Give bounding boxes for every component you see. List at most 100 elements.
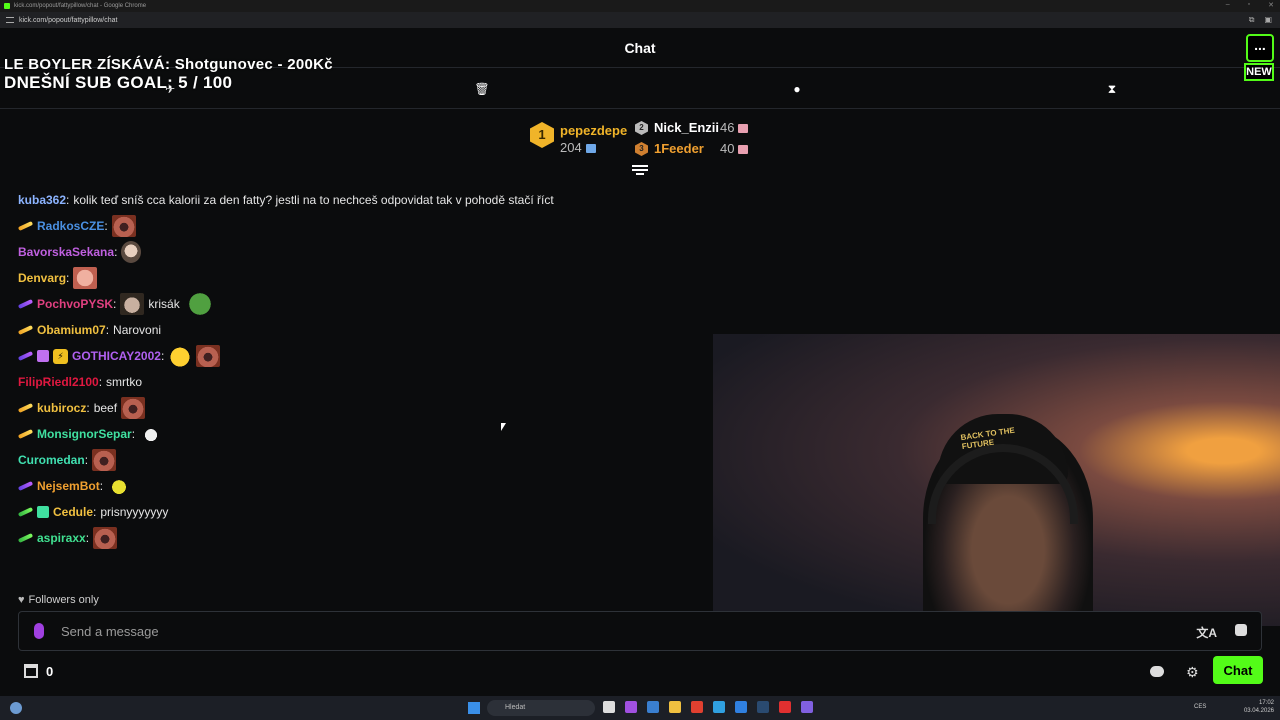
window-title: kick.com/popout/fattypillow/chat - Googl… — [14, 3, 147, 9]
chat-username[interactable]: Denvarg — [18, 271, 66, 285]
copy-icon[interactable]: ▣ — [1264, 15, 1272, 25]
chat-username[interactable]: PochvoPYSK — [37, 297, 113, 311]
chat-message: aspiraxx: — [18, 527, 118, 549]
chat-bubble-icon[interactable]: ● — [789, 81, 805, 97]
maximize-icon[interactable]: ▫ — [1248, 1, 1250, 9]
pepe-emote-icon — [183, 293, 216, 315]
stream-overlay-sub-goal: DNEŠNÍ SUB GOAL: 5 / 100 — [4, 73, 233, 92]
chat-username[interactable]: kuba362 — [18, 193, 66, 207]
minimize-icon[interactable]: – — [1226, 1, 1230, 9]
sub-badge-icon — [18, 481, 33, 491]
kick-favicon-icon — [4, 3, 10, 9]
chat-text: prisnyyyyyyy — [100, 505, 169, 519]
gear-icon[interactable]: ⚙ — [1186, 664, 1199, 681]
discord-icon[interactable] — [801, 701, 813, 713]
weather-icon[interactable] — [10, 702, 22, 714]
chat-username[interactable]: NejsemBot — [37, 479, 100, 493]
gift-badge-icon — [37, 506, 49, 518]
trash-icon[interactable]: 🗑 — [474, 81, 490, 97]
windows-start-icon[interactable] — [468, 702, 480, 714]
rank-2-badge: 2 — [635, 121, 648, 135]
steam-icon[interactable] — [757, 701, 769, 713]
chat-username[interactable]: FilipRiedl2100 — [18, 375, 99, 389]
duck-emote-icon — [168, 345, 193, 367]
chat-username[interactable]: BavorskaSekana — [18, 245, 114, 259]
emote-icon — [196, 345, 221, 367]
rank-3-badge: 3 — [635, 142, 648, 156]
shop-count: 0 — [46, 664, 54, 679]
chat-message: Obamium07: Narovoni — [18, 319, 161, 341]
followers-only-notice: ♥ Followers only — [18, 594, 99, 606]
leader-2-name[interactable]: Nick_Enzii — [654, 120, 719, 135]
edge-icon[interactable] — [713, 701, 725, 713]
shop-icon[interactable] — [24, 664, 38, 678]
chat-message: kuba362: kolik teď sníš cca kalorii za d… — [18, 193, 554, 207]
heart-icon: ♥ — [18, 594, 25, 606]
emoji-picker-icon[interactable] — [1235, 624, 1247, 636]
chat-username[interactable]: Cedule — [53, 505, 93, 519]
gift-icon — [738, 145, 749, 155]
leader-3-name[interactable]: 1Feeder — [654, 141, 704, 156]
app-icon[interactable] — [647, 701, 659, 713]
system-clock[interactable]: 17:02 03.04.2026 — [1244, 699, 1274, 715]
chat-username[interactable]: Obamium07 — [37, 323, 106, 337]
app-icon[interactable] — [735, 701, 747, 713]
chat-message: PochvoPYSK: krisák — [18, 293, 216, 315]
chat-username[interactable]: MonsignorSepar — [37, 427, 132, 441]
file-explorer-icon[interactable] — [669, 701, 681, 713]
close-icon[interactable]: ✕ — [1268, 1, 1274, 9]
chat-username[interactable]: kubirocz — [37, 401, 86, 415]
app-icon[interactable] — [625, 701, 637, 713]
emote-icon — [73, 267, 98, 289]
message-input-box[interactable]: 文A — [18, 611, 1262, 651]
sub-badge-icon — [18, 299, 33, 309]
leader-3-count: 40 — [720, 141, 749, 156]
chat-username[interactable]: Curomedan — [18, 453, 85, 467]
chat-text: smrtko — [106, 375, 143, 389]
chat-message: Cedule: prisnyyyyyyy — [18, 501, 168, 523]
emote-icon — [121, 397, 146, 419]
chat-username[interactable]: RadkosCZE — [37, 219, 104, 233]
microphone-icon[interactable] — [34, 623, 44, 639]
emote-icon — [107, 475, 132, 497]
chat-text: beef — [93, 401, 118, 415]
sub-badge-icon — [18, 351, 33, 361]
chat-message: Curomedan: — [18, 449, 117, 471]
mouse-cursor-icon — [501, 423, 506, 431]
stream-video-preview[interactable]: BACK TO THE FUTURE — [713, 334, 1280, 626]
chat-username[interactable]: GOTHICAY2002 — [72, 349, 161, 363]
leader-1-name[interactable]: pepezdepe — [560, 123, 627, 138]
chat-bubbles-icon[interactable] — [1150, 666, 1164, 677]
translate-icon[interactable]: ⧉ — [1249, 15, 1255, 25]
chrome-icon[interactable] — [691, 701, 703, 713]
site-settings-icon[interactable] — [6, 17, 14, 23]
collapse-leaderboard-icon[interactable] — [632, 165, 648, 175]
chat-message: kubirocz: beef — [18, 397, 146, 419]
chat-message: MonsignorSepar: — [18, 423, 164, 445]
leader-3-count-value: 40 — [720, 141, 735, 156]
chat-app: Chat ... NEW ✈ 🗑 ● ⧗ LE BOYLER ZÍSKÁVÁ: … — [0, 28, 1280, 696]
clock-time: 17:02 — [1258, 700, 1274, 706]
page-title: Chat — [624, 40, 656, 56]
taskbar-search[interactable]: Hledat — [487, 700, 595, 716]
translate-icon[interactable]: 文A — [1196, 624, 1217, 641]
hourglass-icon[interactable]: ⧗ — [1104, 81, 1120, 97]
followers-only-label: Followers only — [28, 594, 99, 606]
message-input[interactable] — [61, 620, 1161, 642]
chat-message: BavorskaSekana: — [18, 241, 142, 263]
emote-icon — [120, 293, 145, 315]
more-options-button[interactable]: ... — [1246, 34, 1274, 62]
address-bar[interactable]: kick.com/popout/fattypillow/chat ⧉ ▣ — [0, 12, 1280, 28]
send-chat-button[interactable]: Chat — [1213, 656, 1263, 684]
chat-message: NejsemBot: — [18, 475, 132, 497]
leader-1-count: 204 — [560, 140, 596, 155]
chat-message: Denvarg: — [18, 267, 98, 289]
chat-footer: 0 ⚙ Chat — [0, 654, 1280, 694]
app-icon[interactable] — [779, 701, 791, 713]
language-indicator[interactable]: CES — [1194, 704, 1206, 710]
gift-leaderboard: 1 pepezdepe 204 2 Nick_Enzii 46 3 1Feede… — [0, 110, 1280, 175]
task-view-icon[interactable] — [603, 701, 615, 713]
chat-username[interactable]: aspiraxx — [37, 531, 86, 545]
url-text[interactable]: kick.com/popout/fattypillow/chat — [19, 17, 117, 24]
emote-icon — [121, 241, 142, 263]
